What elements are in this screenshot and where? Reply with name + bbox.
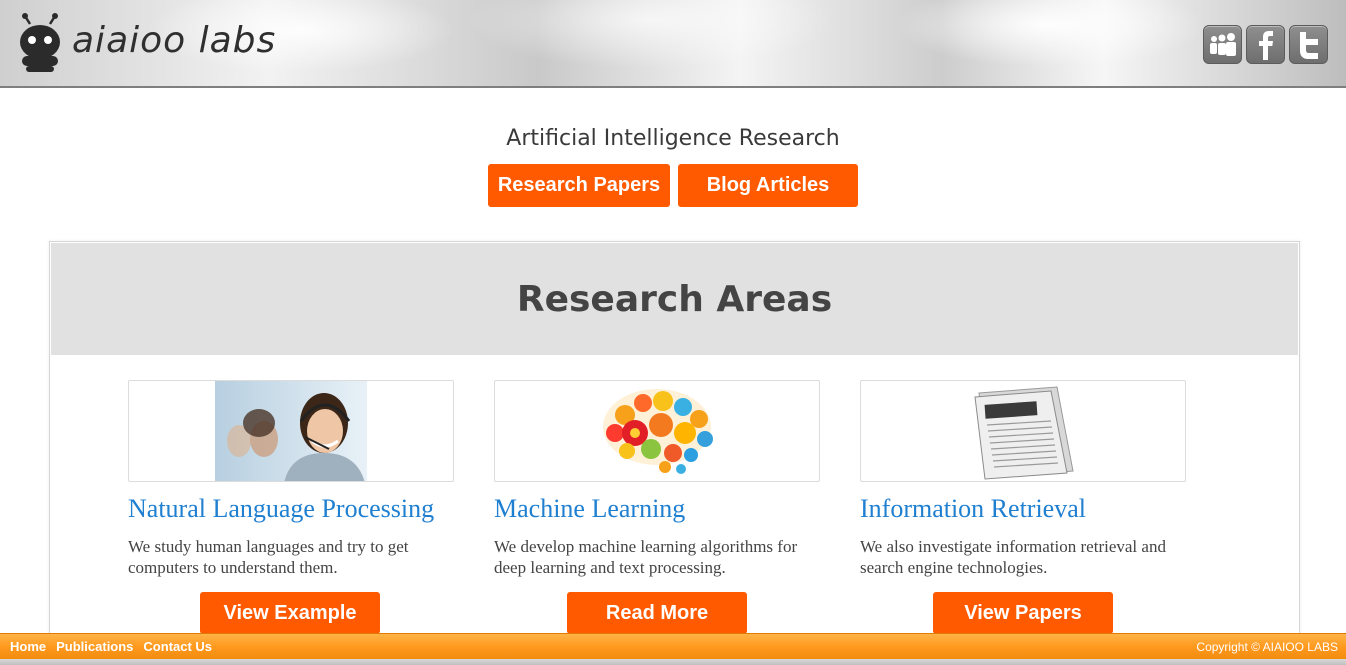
newspaper-image: [974, 386, 1074, 480]
research-areas-title: Research Areas: [516, 278, 833, 320]
call-center-agent-image: [215, 381, 367, 481]
view-example-button[interactable]: View Example: [200, 592, 380, 634]
footer-link-home[interactable]: Home: [10, 639, 46, 654]
logo-text: aiaioo labs: [72, 20, 277, 61]
facebook-button[interactable]: [1246, 25, 1285, 64]
footer-nav: Home Publications Contact Us: [10, 639, 212, 654]
social-links: [1203, 25, 1328, 65]
gear-brain-image: [603, 389, 713, 474]
myspace-button[interactable]: [1203, 25, 1242, 64]
research-card-nlp: Natural Language Processing We study hum…: [128, 380, 454, 578]
page-title: Artificial Intelligence Research: [506, 126, 840, 151]
site-header: aiaioo labs: [0, 0, 1346, 88]
ir-image: [860, 380, 1186, 482]
nlp-image: [128, 380, 454, 482]
hero-buttons: Research Papers Blog Articles: [0, 164, 1346, 207]
nlp-description: We study human languages and try to get …: [128, 537, 409, 577]
site-logo[interactable]: aiaioo labs: [16, 12, 275, 74]
ml-title[interactable]: Machine Learning: [494, 494, 820, 524]
myspace-icon: [1209, 32, 1236, 56]
ir-description: We also investigate information retrieva…: [860, 537, 1166, 577]
research-areas-header: Research Areas: [51, 243, 1298, 355]
blog-articles-button[interactable]: Blog Articles: [678, 164, 858, 207]
view-papers-button[interactable]: View Papers: [933, 592, 1113, 634]
read-more-button[interactable]: Read More: [567, 592, 747, 634]
research-card-ml: Machine Learning We develop machine lear…: [494, 380, 820, 578]
nlp-title[interactable]: Natural Language Processing: [128, 494, 454, 524]
footer-link-contact[interactable]: Contact Us: [143, 639, 212, 654]
research-areas-panel: Research Areas Natural Language Processi…: [49, 241, 1300, 665]
bottom-strip: [0, 659, 1346, 665]
research-card-ir: Information Retrieval We also investigat…: [860, 380, 1186, 578]
facebook-icon: [1258, 30, 1273, 60]
site-footer: Home Publications Contact Us Copyright ©…: [0, 633, 1346, 659]
ml-description: We develop machine learning algorithms f…: [494, 537, 798, 577]
ir-title[interactable]: Information Retrieval: [860, 494, 1186, 524]
twitter-button[interactable]: [1289, 25, 1328, 64]
footer-link-publications[interactable]: Publications: [56, 639, 133, 654]
ml-image: [494, 380, 820, 482]
robot-logo-icon: [20, 13, 60, 72]
research-papers-button[interactable]: Research Papers: [488, 164, 670, 207]
copyright-text: Copyright © AIAIOO LABS: [1196, 639, 1338, 654]
twitter-icon: [1299, 31, 1318, 59]
